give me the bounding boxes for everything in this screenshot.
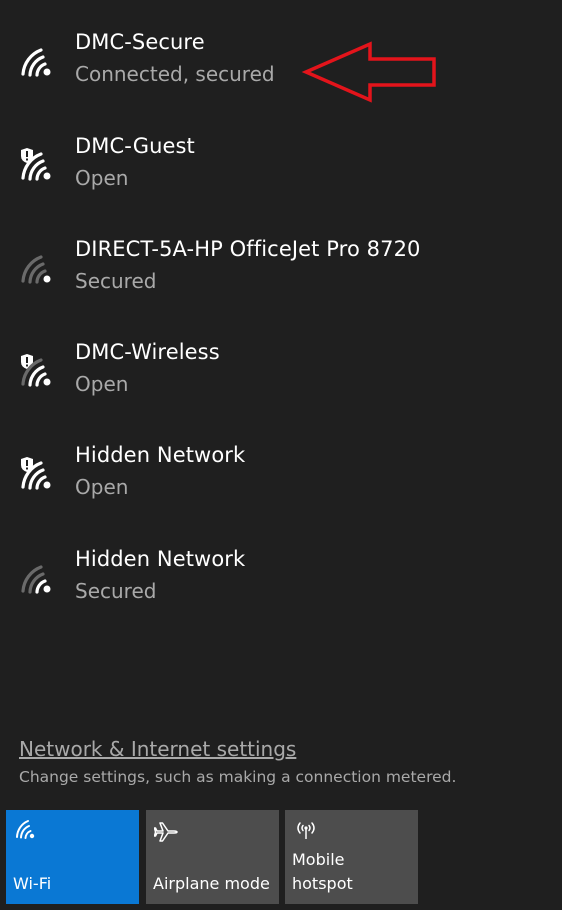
network-item-dmc-wireless[interactable]: DMC-Wireless Open [0, 340, 562, 434]
wifi-icon [14, 818, 40, 844]
mobile-hotspot-tile[interactable]: Mobile hotspot [285, 810, 418, 904]
network-name: Hidden Network [75, 443, 246, 467]
network-item-dmc-secure[interactable]: DMC-Secure Connected, secured [0, 30, 562, 124]
airplane-mode-tile[interactable]: Airplane mode [146, 810, 279, 904]
network-status: Secured [75, 579, 157, 603]
network-name: DIRECT-5A-HP OfficeJet Pro 8720 [75, 237, 421, 261]
annotation-arrow-icon [301, 41, 436, 103]
wifi-signal-icon [19, 44, 59, 84]
wifi-open-shield-icon [19, 148, 59, 188]
network-name: Hidden Network [75, 547, 246, 571]
wifi-open-shield-icon [19, 354, 59, 394]
network-item-direct-hp[interactable]: DIRECT-5A-HP OfficeJet Pro 8720 Secured [0, 237, 562, 331]
network-item-dmc-guest[interactable]: DMC-Guest Open [0, 134, 562, 228]
network-item-hidden-open[interactable]: Hidden Network Open [0, 443, 562, 537]
hotspot-tile-label: Mobile hotspot [292, 850, 353, 893]
network-internet-settings-link[interactable]: Network & Internet settings [19, 737, 296, 761]
hotspot-icon [293, 818, 319, 844]
wifi-toggle-tile[interactable]: Wi-Fi [6, 810, 139, 904]
network-name: DMC-Wireless [75, 340, 220, 364]
airplane-icon [154, 818, 180, 844]
network-status: Secured [75, 269, 157, 293]
network-status: Open [75, 166, 129, 190]
wifi-signal-weak-icon [19, 251, 59, 291]
wifi-signal-weak-icon [19, 561, 59, 601]
network-status: Open [75, 475, 129, 499]
settings-description: Change settings, such as making a connec… [19, 768, 457, 786]
wifi-open-shield-icon [19, 457, 59, 497]
airplane-tile-label: Airplane mode [153, 874, 270, 893]
network-status: Open [75, 372, 129, 396]
quick-actions: Wi-Fi Airplane mode Mobile hotspot [6, 810, 426, 904]
network-status: Connected, secured [75, 62, 275, 86]
wifi-tile-label: Wi-Fi [13, 874, 52, 893]
network-name: DMC-Guest [75, 134, 195, 158]
network-name: DMC-Secure [75, 30, 205, 54]
network-item-hidden-secured[interactable]: Hidden Network Secured [0, 547, 562, 641]
